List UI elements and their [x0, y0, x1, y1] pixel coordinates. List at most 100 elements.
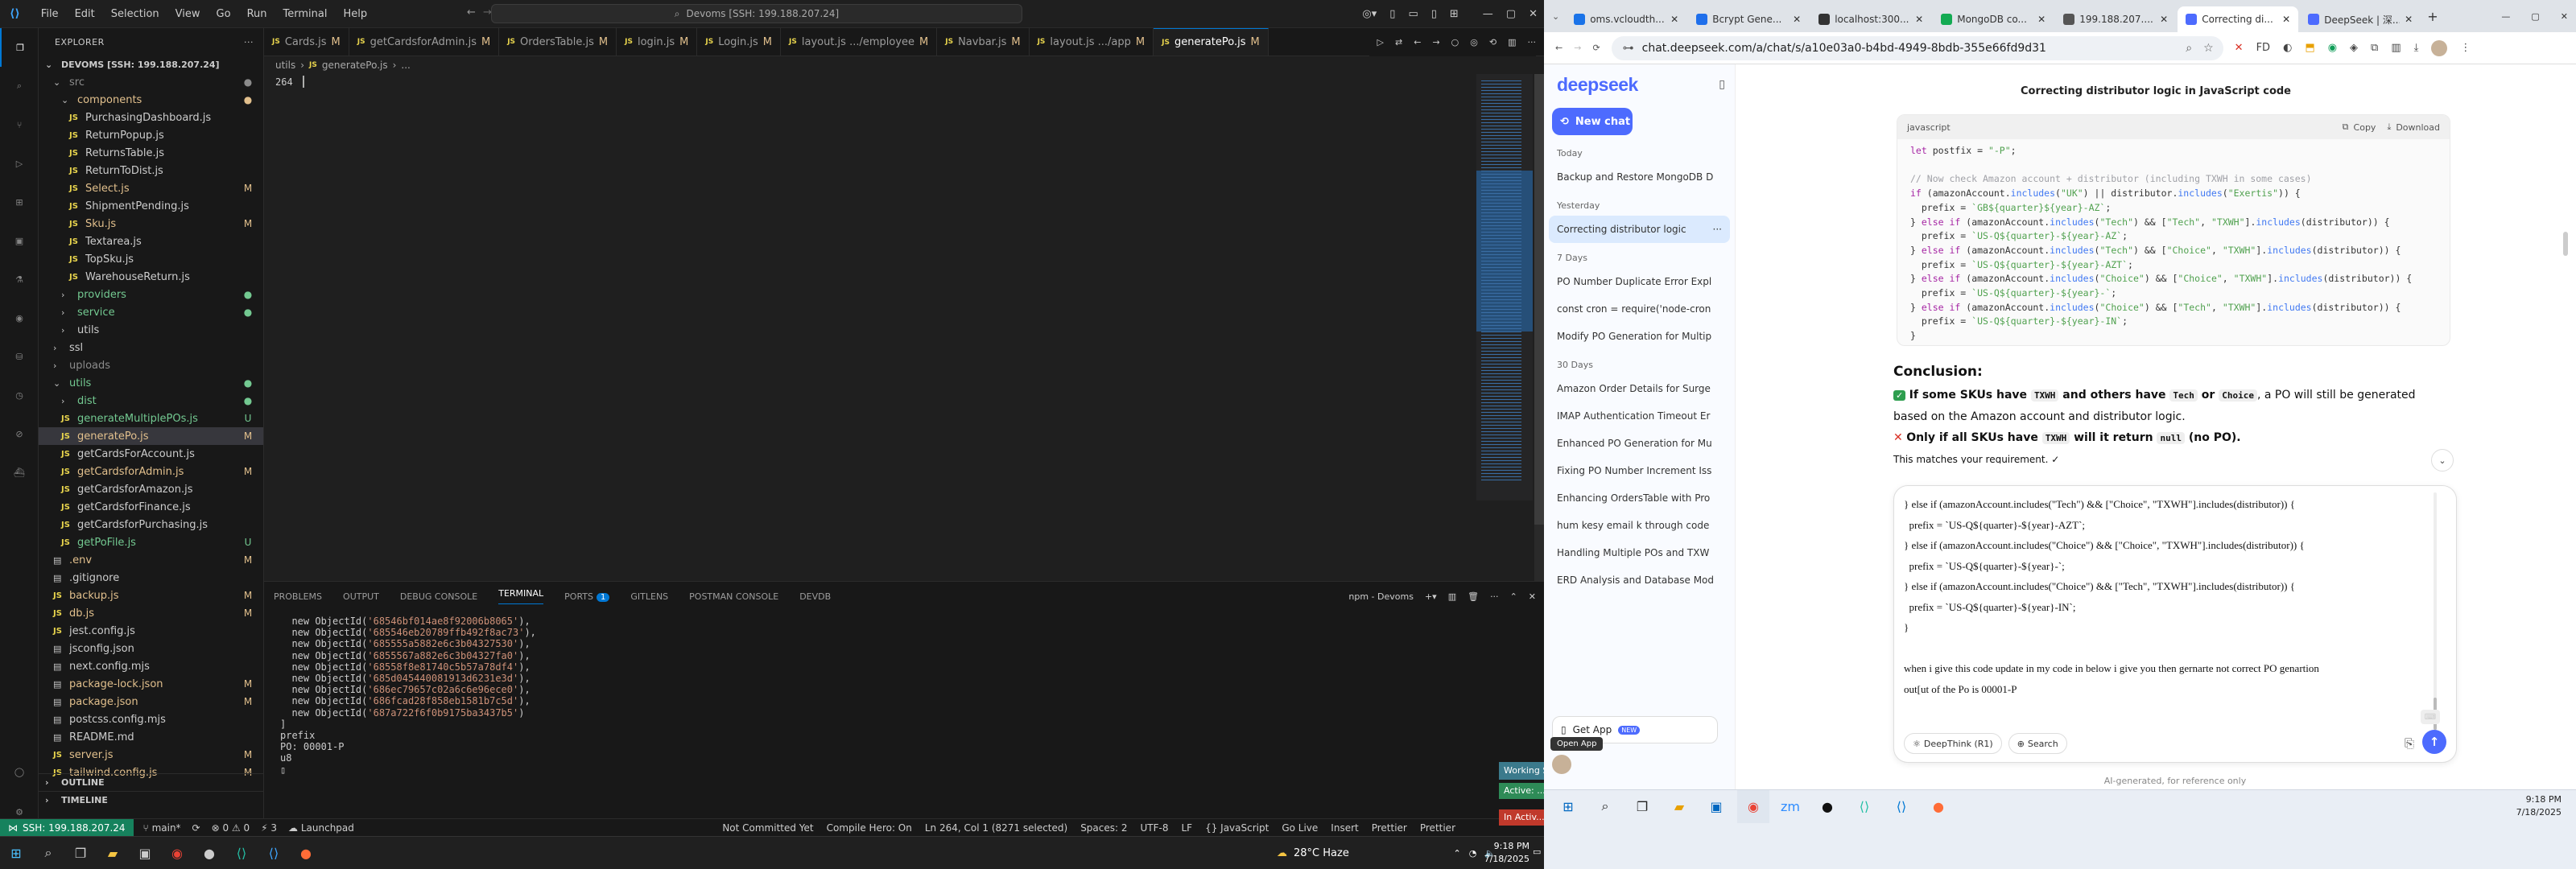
panel-tab-devdb[interactable]: DEVDB	[799, 591, 831, 602]
copilot-icon[interactable]: ◎▾	[1362, 8, 1377, 20]
menu-run[interactable]: Run	[241, 6, 274, 22]
back-icon[interactable]: ←	[1555, 43, 1563, 53]
history-item[interactable]: Handling Multiple POs and TXW	[1549, 539, 1730, 566]
history-item[interactable]: PO Number Duplicate Error Expl	[1549, 268, 1730, 295]
note-working-status[interactable]: Working Status_	[1499, 762, 1544, 780]
extension-icon[interactable]: ✕	[2235, 42, 2244, 54]
terminal-name[interactable]: npm - Devoms	[1348, 591, 1414, 602]
remote-indicator[interactable]: ⋈ SSH: 199.188.207.24	[0, 818, 134, 837]
tree-folder[interactable]: › service ●	[39, 303, 263, 321]
more-icon[interactable]: ···	[1528, 37, 1537, 47]
timeline-icon[interactable]: ◷	[0, 376, 39, 414]
menu-selection[interactable]: Selection	[105, 6, 166, 22]
tree-file[interactable]: JS jest.config.js	[39, 622, 263, 640]
zoom-icon[interactable]: ⌕	[2186, 42, 2192, 55]
editor-scrollbar[interactable]	[1534, 74, 1544, 581]
reload-icon[interactable]: ⟳	[1592, 43, 1600, 53]
note-inactive[interactable]: In Activ...	[1499, 809, 1544, 826]
tab-close-icon[interactable]: ✕	[2037, 14, 2046, 25]
launchpad-button[interactable]: ☁ Launchpad	[288, 822, 354, 834]
minimap[interactable]	[1476, 74, 1533, 500]
send-button[interactable]: ↑	[2422, 730, 2446, 754]
tree-file[interactable]: JS generateMultiplePOs.js U	[39, 410, 263, 427]
task-view-icon[interactable]: ❐	[64, 837, 97, 869]
database-icon[interactable]: ⛁	[0, 337, 39, 376]
timeline-section[interactable]: › TIMELINE	[39, 791, 263, 809]
tab-close-icon[interactable]: ✕	[1670, 14, 1678, 25]
search-icon[interactable]: ⌕	[1589, 790, 1621, 823]
prettier-status[interactable]: Prettier	[1372, 822, 1407, 834]
tree-folder[interactable]: ⌄ components ●	[39, 91, 263, 109]
tree-file[interactable]: JS Sku.js M	[39, 215, 263, 233]
menu-terminal[interactable]: Terminal	[277, 6, 334, 22]
terminal-output[interactable]: new ObjectId('68546bf014ae8f92006b8065')…	[264, 611, 1544, 780]
history-item[interactable]: Modify PO Generation for Multip	[1549, 323, 1730, 350]
cursor-position[interactable]: Ln 264, Col 1 (8271 selected)	[925, 822, 1067, 834]
history-item[interactable]: Enhancing OrdersTable with Pro	[1549, 484, 1730, 512]
tree-folder[interactable]: › uploads	[39, 356, 263, 374]
tree-file[interactable]: JS ReturnPopup.js	[39, 126, 263, 144]
prettier-status-2[interactable]: Prettier	[1420, 822, 1455, 834]
chat-scrollbar[interactable]	[2563, 232, 2568, 256]
search-icon[interactable]: ⌕	[32, 837, 64, 869]
extensions-puzzle-icon[interactable]: ⧉	[2371, 42, 2378, 54]
vscode-insiders-icon[interactable]: ⟨⟩	[1848, 790, 1880, 823]
tree-file[interactable]: JS server.js M	[39, 746, 263, 764]
panel-tab-ports[interactable]: PORTS 1	[564, 591, 610, 602]
menu-go[interactable]: Go	[210, 6, 237, 22]
customize-layout-icon[interactable]: ⊞	[1450, 8, 1459, 20]
back-arrow-icon[interactable]: ←	[467, 6, 476, 19]
tree-folder[interactable]: › dist ●	[39, 392, 263, 410]
run-icon[interactable]: ▷	[1377, 37, 1384, 47]
branch-label[interactable]: ⑂ main*	[143, 822, 181, 834]
close-icon[interactable]: ✕	[2561, 11, 2568, 22]
tree-file[interactable]: JS WarehouseReturn.js	[39, 268, 263, 286]
tree-file[interactable]: JS getCardsforAmazon.js	[39, 480, 263, 498]
gitlens-icon[interactable]: ◉	[0, 299, 39, 337]
more-actions-icon[interactable]: ···	[244, 37, 254, 47]
circle-icon[interactable]: ○	[1451, 37, 1459, 47]
command-search-box[interactable]: ⌕ Devoms [SSH: 199.188.207.24]	[491, 4, 1022, 23]
notification-icon[interactable]: ▭	[1533, 846, 1544, 858]
menu-view[interactable]: View	[169, 6, 207, 22]
browser-tab[interactable]: localhost:300... ✕	[1810, 6, 1931, 32]
tab-close-icon[interactable]: ✕	[1915, 14, 1923, 25]
gitlens-compare-icon[interactable]: ◎	[1470, 37, 1478, 47]
menu-help[interactable]: Help	[336, 6, 374, 22]
history-item[interactable]: Enhanced PO Generation for Mu	[1549, 430, 1730, 457]
menu-edit[interactable]: Edit	[68, 6, 101, 22]
indent-status[interactable]: Spaces: 2	[1080, 822, 1127, 834]
breadcrumb-file[interactable]: generatePo.js	[322, 60, 388, 71]
extension-icon[interactable]: ⬒	[2305, 42, 2314, 54]
zoom-app-icon[interactable]: zm	[1774, 790, 1806, 823]
tree-file[interactable]: ▤ package.json M	[39, 693, 263, 710]
store-icon[interactable]: ▣	[129, 837, 161, 869]
run-debug-icon[interactable]: ▷	[0, 144, 39, 183]
tree-file[interactable]: JS Select.js M	[39, 179, 263, 197]
scrollbar-thumb[interactable]	[1534, 74, 1544, 525]
panel-tab-output[interactable]: OUTPUT	[343, 591, 379, 602]
editor-tab[interactable]: JS login.js M	[617, 28, 698, 56]
eol-status[interactable]: LF	[1181, 822, 1192, 834]
message-input[interactable]: } else if (amazonAccount.includes("Tech"…	[1894, 486, 2456, 719]
go-live-button[interactable]: Go Live	[1282, 822, 1318, 834]
browser-tab[interactable]: oms.vcloudth... ✕	[1566, 6, 1686, 32]
tree-file[interactable]: JS generatePo.js M	[39, 427, 263, 445]
clock[interactable]: 9:18 PM 7/18/2025	[1484, 840, 1530, 866]
copy-button[interactable]: ⧉ Copy	[2343, 121, 2376, 133]
search-toggle-button[interactable]: ⊕ Search	[2008, 733, 2067, 754]
forward-icon[interactable]: →	[1574, 43, 1581, 53]
vscode-icon[interactable]: ⟨⟩	[1885, 790, 1918, 823]
github-icon[interactable]: ●	[1811, 790, 1843, 823]
history-item[interactable]: Fixing PO Number Increment Iss	[1549, 457, 1730, 484]
insert-mode[interactable]: Insert	[1331, 822, 1358, 834]
postman-icon[interactable]: ●	[1922, 790, 1955, 823]
message-input-box[interactable]: } else if (amazonAccount.includes("Tech"…	[1893, 485, 2457, 763]
extension-icon[interactable]: ◈	[2350, 42, 2358, 54]
language-mode[interactable]: {} JavaScript	[1205, 822, 1269, 834]
tree-file[interactable]: ▤ README.md	[39, 728, 263, 746]
code-editor[interactable]: 264	[264, 74, 1544, 581]
tree-file[interactable]: ▤ .gitignore	[39, 569, 263, 587]
layout-secondary-icon[interactable]: ▯	[1431, 8, 1437, 20]
history-item[interactable]: Correcting distributor logic ···	[1549, 216, 1730, 243]
